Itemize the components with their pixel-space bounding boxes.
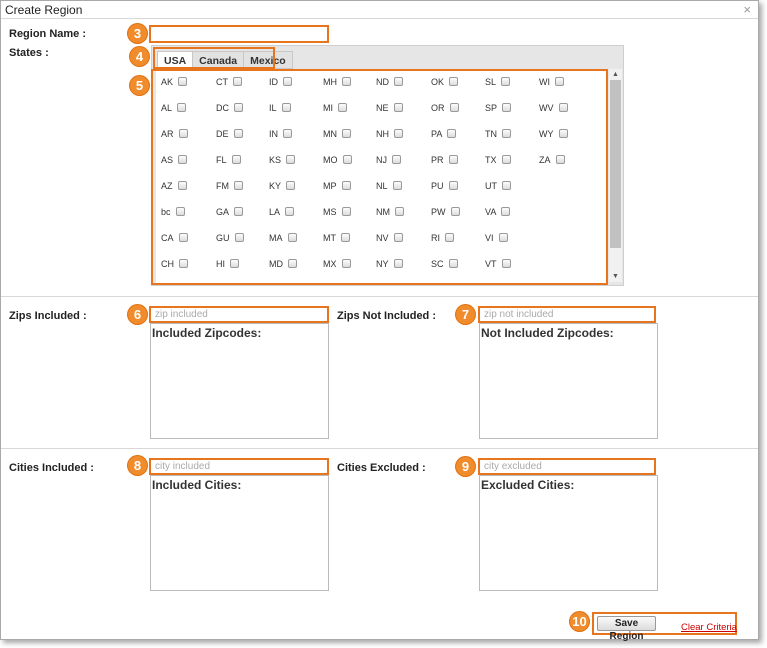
callout-badge-4: 4 [130,47,149,66]
excluded-cities-title: Excluded Cities: [481,478,575,492]
zips-not-included-label: Zips Not Included : [337,310,436,322]
region-name-input[interactable] [151,27,327,41]
zip-not-included-input[interactable] [480,308,654,321]
section-divider [1,296,758,297]
callout-badge-9: 9 [456,457,475,476]
dialog-title: Create Region [5,3,83,17]
included-cities-title: Included Cities: [152,478,242,492]
states-label: States : [9,47,49,59]
city-included-input[interactable] [151,460,327,473]
zip-included-input[interactable] [151,308,327,321]
clear-criteria-link[interactable]: Clear Criteria [681,622,737,633]
dialog-titlebar: Create Region × [1,1,758,19]
callout-badge-5: 5 [130,76,149,95]
cities-included-label: Cities Included : [9,462,94,474]
included-cities-box[interactable]: Included Cities: [150,475,329,591]
section-divider [1,448,758,449]
callout-badge-8: 8 [128,456,147,475]
not-included-zipcodes-box[interactable]: Not Included Zipcodes: [479,323,658,439]
cities-excluded-label: Cities Excluded : [337,462,426,474]
scroll-down-icon[interactable]: ▼ [609,271,622,282]
callout-badge-6: 6 [128,305,147,324]
zips-included-label: Zips Included : [9,310,87,322]
callout-badge-7: 7 [456,305,475,324]
excluded-cities-box[interactable]: Excluded Cities: [479,475,658,591]
create-region-dialog: Create Region × Region Name : 3 States :… [0,0,759,642]
tabs-highlight [153,47,275,69]
callout-badge-3: 3 [128,24,147,43]
included-zipcodes-title: Included Zipcodes: [152,326,262,340]
scroll-up-icon[interactable]: ▲ [609,69,622,80]
save-region-button[interactable]: Save Region [597,616,656,642]
not-included-zipcodes-title: Not Included Zipcodes: [481,326,614,340]
scroll-thumb[interactable] [610,80,621,248]
city-excluded-input[interactable] [480,460,654,473]
states-scrollbar[interactable]: ▲ ▼ [609,69,622,282]
region-name-label: Region Name : [9,28,87,40]
callout-badge-10: 10 [570,612,589,631]
included-zipcodes-box[interactable]: Included Zipcodes: [150,323,329,439]
close-icon[interactable]: × [743,2,751,17]
states-highlight [151,69,608,285]
